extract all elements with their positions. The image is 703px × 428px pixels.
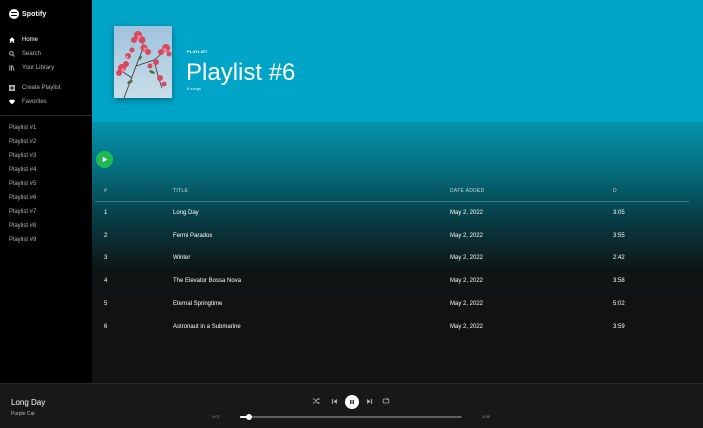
sidebar-divider — [0, 115, 92, 116]
main-nav: Home Search Your Library Create Playlist — [9, 33, 61, 109]
sidebar: Spotify Home Search Your Library Create … — [0, 0, 92, 383]
track-title[interactable]: Eternal Springtime — [173, 293, 222, 316]
track-number: 1 — [104, 210, 108, 216]
playlist-cover-image — [114, 26, 172, 98]
favorites-button[interactable]: Favorites — [9, 95, 61, 109]
repeat-button[interactable] — [381, 396, 391, 406]
sidebar-playlist-item[interactable]: Playlist #3 — [9, 150, 36, 164]
track-title[interactable]: Astronaut in a Submarine — [173, 316, 241, 339]
play-playlist-button[interactable] — [96, 151, 113, 168]
track-title[interactable]: Long Day — [173, 202, 199, 225]
track-duration: 3:05 — [613, 210, 625, 216]
track-date-added: May 2, 2022 — [450, 324, 484, 330]
spotify-logo[interactable]: Spotify — [9, 9, 46, 19]
track-number: 5 — [104, 301, 108, 307]
nav-search-label: Search — [22, 51, 42, 57]
shuffle-icon — [312, 397, 320, 405]
track-duration: 2:42 — [613, 255, 625, 261]
page-title: Playlist #6 — [186, 59, 296, 86]
playlist-header: PLAYLIST Playlist #6 6 songs — [92, 0, 703, 122]
home-icon — [9, 37, 15, 43]
progress-bar[interactable] — [240, 414, 462, 420]
player-bar: Long Day Purple Cat 0:07 3:05 — [0, 383, 703, 428]
track-title[interactable]: Winter — [173, 247, 190, 270]
plus-icon — [9, 85, 15, 91]
track-duration: 3:59 — [613, 324, 625, 330]
track-title[interactable]: The Elevator Bossa Nova — [173, 270, 241, 293]
now-playing-artist[interactable]: Purple Cat — [11, 411, 35, 417]
track-duration: 3:55 — [613, 233, 625, 239]
main-content: PLAYLIST Playlist #6 6 songs # TITLE DAT… — [92, 0, 703, 383]
library-icon — [9, 65, 15, 71]
nav-search[interactable]: Search — [9, 47, 61, 61]
progress-handle[interactable] — [245, 414, 252, 420]
track-date-added: May 2, 2022 — [450, 233, 484, 239]
heart-icon — [9, 99, 15, 105]
now-playing-title[interactable]: Long Day — [11, 398, 45, 407]
playlist-type-label: PLAYLIST — [187, 49, 208, 54]
table-row[interactable]: 1 Long Day May 2, 2022 3:05 — [92, 202, 703, 225]
track-date-added: May 2, 2022 — [450, 210, 484, 216]
search-icon — [9, 51, 15, 57]
elapsed-time: 0:07 — [212, 414, 220, 419]
playlist-list: Playlist #1 Playlist #2 Playlist #3 Play… — [9, 122, 36, 248]
shuffle-button[interactable] — [311, 396, 321, 406]
total-time: 3:05 — [482, 414, 490, 419]
track-number: 3 — [104, 255, 108, 261]
sidebar-playlist-item[interactable]: Playlist #4 — [9, 164, 36, 178]
sidebar-playlist-item[interactable]: Playlist #6 — [9, 192, 36, 206]
pause-button[interactable] — [345, 395, 359, 409]
table-row[interactable]: 6 Astronaut in a Submarine May 2, 2022 3… — [92, 316, 703, 339]
track-duration: 3:58 — [613, 278, 625, 284]
create-playlist-label: Create Playlist — [22, 85, 61, 91]
nav-home[interactable]: Home — [9, 33, 61, 47]
song-count: 6 songs — [187, 86, 202, 91]
skip-forward-icon — [366, 398, 372, 404]
table-row[interactable]: 2 Fermi Paradox May 2, 2022 3:55 — [92, 225, 703, 248]
column-header-date[interactable]: DATE ADDED — [450, 188, 485, 194]
nav-library[interactable]: Your Library — [9, 61, 61, 75]
track-number: 4 — [104, 278, 108, 284]
sidebar-playlist-item[interactable]: Playlist #2 — [9, 136, 36, 150]
column-header-duration[interactable]: D — [613, 188, 617, 194]
sidebar-playlist-item[interactable]: Playlist #9 — [9, 234, 36, 248]
track-date-added: May 2, 2022 — [450, 278, 484, 284]
table-row[interactable]: 3 Winter May 2, 2022 2:42 — [92, 247, 703, 270]
play-icon — [102, 156, 108, 163]
track-duration: 5:02 — [613, 301, 625, 307]
spotify-logo-icon — [9, 9, 19, 19]
track-number: 6 — [104, 324, 108, 330]
nav-home-label: Home — [22, 37, 39, 43]
repeat-icon — [382, 397, 390, 404]
track-number: 2 — [104, 233, 108, 239]
column-header-title[interactable]: TITLE — [173, 188, 188, 194]
next-button[interactable] — [364, 396, 374, 406]
create-playlist-button[interactable]: Create Playlist — [9, 81, 61, 95]
sidebar-playlist-item[interactable]: Playlist #8 — [9, 220, 36, 234]
sidebar-playlist-item[interactable]: Playlist #7 — [9, 206, 36, 220]
favorites-label: Favorites — [22, 99, 47, 105]
table-row[interactable]: 4 The Elevator Bossa Nova May 2, 2022 3:… — [92, 270, 703, 293]
brand-name: Spotify — [22, 10, 47, 18]
sidebar-playlist-item[interactable]: Playlist #5 — [9, 178, 36, 192]
column-header-number: # — [104, 188, 108, 194]
track-date-added: May 2, 2022 — [450, 255, 484, 261]
track-title[interactable]: Fermi Paradox — [173, 225, 212, 248]
table-row[interactable]: 5 Eternal Springtime May 2, 2022 5:02 — [92, 293, 703, 316]
sidebar-playlist-item[interactable]: Playlist #1 — [9, 122, 36, 136]
previous-button[interactable] — [329, 396, 339, 406]
pause-icon — [350, 399, 354, 405]
track-date-added: May 2, 2022 — [450, 301, 484, 307]
nav-library-label: Your Library — [22, 65, 55, 71]
skip-back-icon — [331, 398, 337, 404]
